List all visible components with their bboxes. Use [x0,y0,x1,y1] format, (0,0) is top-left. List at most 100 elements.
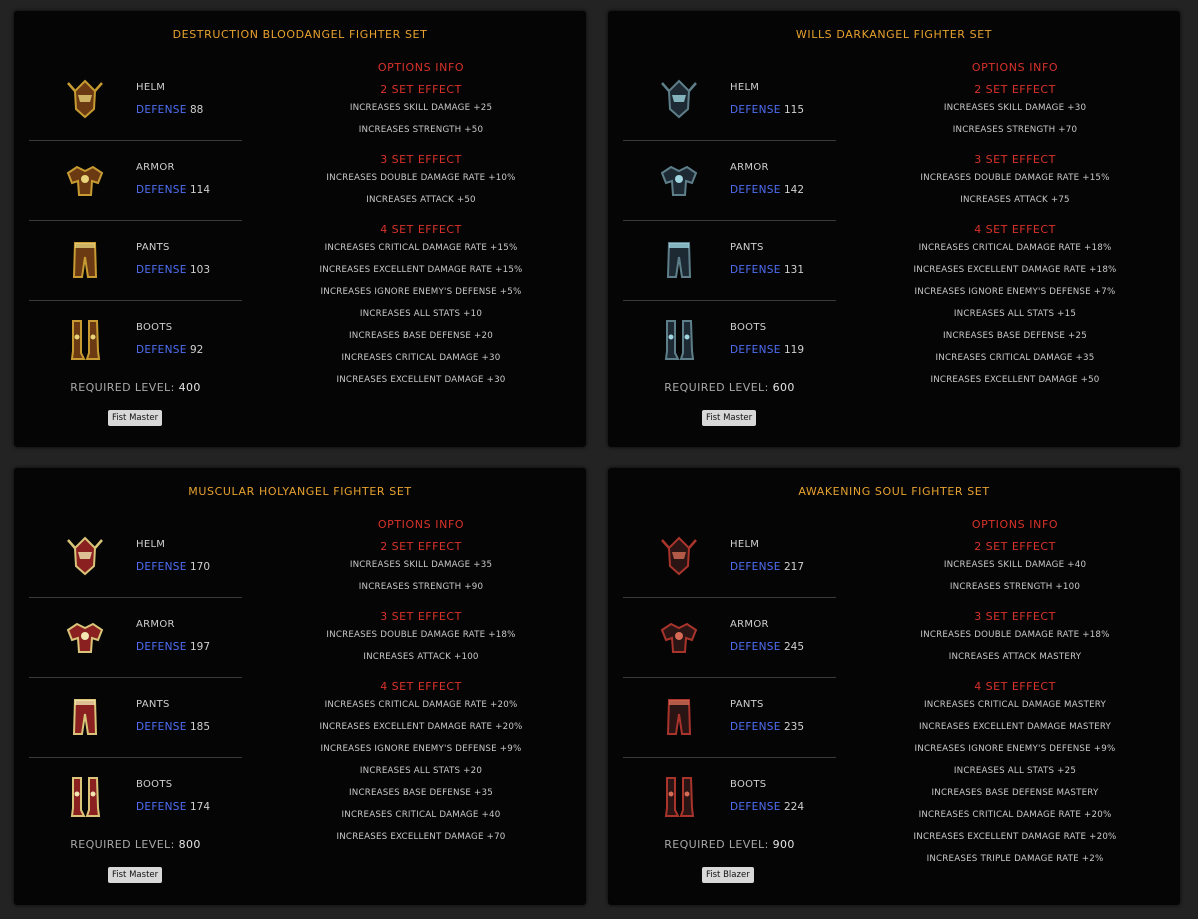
item-name: ARMOR [730,162,769,173]
helm-icon [658,75,700,125]
set-effect-line: INCREASES CRITICAL DAMAGE RATE +18% [918,243,1112,253]
set-effect-line: INCREASES CRITICAL DAMAGE RATE +15% [324,243,518,253]
set-effect-line: INCREASES STRENGTH +100 [949,582,1081,592]
set-effect-line: INCREASES DOUBLE DAMAGE RATE +18% [326,630,516,640]
set-effect-title: 4 SET EFFECT [974,223,1056,236]
options-info-title: OPTIONS INFO [377,61,465,74]
set-effect-line: INCREASES DOUBLE DAMAGE RATE +10% [326,173,516,183]
defense-label: DEFENSE [730,801,781,813]
pants-icon [658,692,700,742]
helm-icon [658,532,700,582]
defense-label: DEFENSE [136,801,187,813]
class-button[interactable]: Fist Master [108,867,163,883]
set-effect-line: INCREASES EXCELLENT DAMAGE RATE +15% [319,265,523,275]
item-defense: DEFENSE 235 [730,721,804,733]
set-effect-line: INCREASES EXCELLENT DAMAGE +50 [930,375,1100,385]
set-card: WILLS DARKANGEL FIGHTER SET HELM DEFENSE… [608,11,1180,447]
set-effect-line: INCREASES IGNORE ENEMY'S DEFENSE +9% [320,744,522,754]
boots-icon [658,772,700,822]
set-effect-line: INCREASES EXCELLENT DAMAGE +70 [336,832,506,842]
defense-value: 88 [190,104,204,116]
defense-label: DEFENSE [730,641,781,653]
set-card: AWAKENING SOUL FIGHTER SET HELM DEFENSE … [608,468,1180,905]
item-name: ARMOR [136,619,175,630]
defense-label: DEFENSE [136,721,187,733]
set-title: DESTRUCTION BLOODANGEL FIGHTER SET [172,28,428,41]
set-effect-line: INCREASES BASE DEFENSE +20 [348,331,493,341]
class-button[interactable]: Fist Blazer [702,867,754,883]
item-name: ARMOR [136,162,175,173]
set-effect-line: INCREASES ALL STATS +10 [359,309,483,319]
item-defense: DEFENSE 103 [136,264,210,276]
defense-value: 174 [190,801,211,813]
helm-icon [64,75,106,125]
defense-value: 114 [190,184,211,196]
item-defense: DEFENSE 170 [136,561,210,573]
set-effect-line: INCREASES STRENGTH +50 [358,125,484,135]
set-effect-line: INCREASES ATTACK +50 [366,195,476,205]
set-effect-line: INCREASES CRITICAL DAMAGE +40 [341,810,501,820]
set-effect-line: INCREASES CRITICAL DAMAGE +35 [935,353,1095,363]
set-effect-line: INCREASES IGNORE ENEMY'S DEFENSE +9% [914,744,1116,754]
armor-icon [64,612,106,662]
defense-label: DEFENSE [136,344,187,356]
set-effect-line: INCREASES SKILL DAMAGE +35 [349,560,493,570]
armor-icon [64,155,106,205]
defense-value: 235 [784,721,805,733]
options-info-title: OPTIONS INFO [377,518,465,531]
class-button[interactable]: Fist Master [702,410,757,426]
set-title: WILLS DARKANGEL FIGHTER SET [795,28,993,41]
set-effect-title: 2 SET EFFECT [380,540,462,553]
required-level-value: 600 [772,381,795,394]
item-defense: DEFENSE 115 [730,104,804,116]
defense-label: DEFENSE [730,264,781,276]
pants-icon [64,692,106,742]
set-effect-line: INCREASES EXCELLENT DAMAGE +30 [336,375,506,385]
set-title: MUSCULAR HOLYANGEL FIGHTER SET [188,485,412,498]
set-effect-line: INCREASES BASE DEFENSE MASTERY [931,788,1099,798]
set-effect-title: 3 SET EFFECT [380,153,462,166]
defense-value: 142 [784,184,805,196]
item-name: BOOTS [136,779,173,790]
pants-icon [64,235,106,285]
item-row: HELM DEFENSE 115 [623,61,836,141]
set-card: MUSCULAR HOLYANGEL FIGHTER SET HELM DEFE… [14,468,586,905]
item-defense: DEFENSE 142 [730,184,804,196]
set-effect-line: INCREASES CRITICAL DAMAGE RATE +20% [324,700,518,710]
set-effect-title: 2 SET EFFECT [380,83,462,96]
set-effect-title: 4 SET EFFECT [974,680,1056,693]
set-effect-line: INCREASES CRITICAL DAMAGE +30 [341,353,501,363]
item-list: HELM DEFENSE 217 ARMOR DEFENSE 245 PANTS… [623,518,836,837]
defense-value: 224 [784,801,805,813]
defense-label: DEFENSE [730,104,781,116]
item-list: HELM DEFENSE 115 ARMOR DEFENSE 142 PANTS… [623,61,836,380]
item-row: HELM DEFENSE 88 [29,61,242,141]
item-defense: DEFENSE 174 [136,801,210,813]
set-effect-line: INCREASES SKILL DAMAGE +25 [349,103,493,113]
class-button[interactable]: Fist Master [108,410,163,426]
defense-label: DEFENSE [136,104,187,116]
item-row: ARMOR DEFENSE 114 [29,141,242,221]
required-level-label: REQUIRED LEVEL: [70,838,175,851]
item-name: BOOTS [730,322,767,333]
defense-label: DEFENSE [730,184,781,196]
required-level-value: 900 [772,838,795,851]
required-level: REQUIRED LEVEL: 400 [29,381,242,394]
item-row: BOOTS DEFENSE 119 [623,301,836,380]
defense-value: 92 [190,344,204,356]
item-name: ARMOR [730,619,769,630]
defense-value: 245 [784,641,805,653]
set-effect-title: 3 SET EFFECT [974,610,1056,623]
item-row: PANTS DEFENSE 103 [29,221,242,301]
set-effect-line: INCREASES DOUBLE DAMAGE RATE +15% [920,173,1110,183]
set-effect-line: INCREASES STRENGTH +70 [952,125,1078,135]
set-effect-line: INCREASES ALL STATS +25 [953,766,1077,776]
defense-label: DEFENSE [136,264,187,276]
required-level-value: 400 [178,381,201,394]
required-level-label: REQUIRED LEVEL: [70,381,175,394]
set-effect-title: 3 SET EFFECT [974,153,1056,166]
item-name: HELM [136,82,166,93]
set-effect-title: 4 SET EFFECT [380,680,462,693]
set-effect-line: INCREASES DOUBLE DAMAGE RATE +18% [920,630,1110,640]
item-name: HELM [136,539,166,550]
